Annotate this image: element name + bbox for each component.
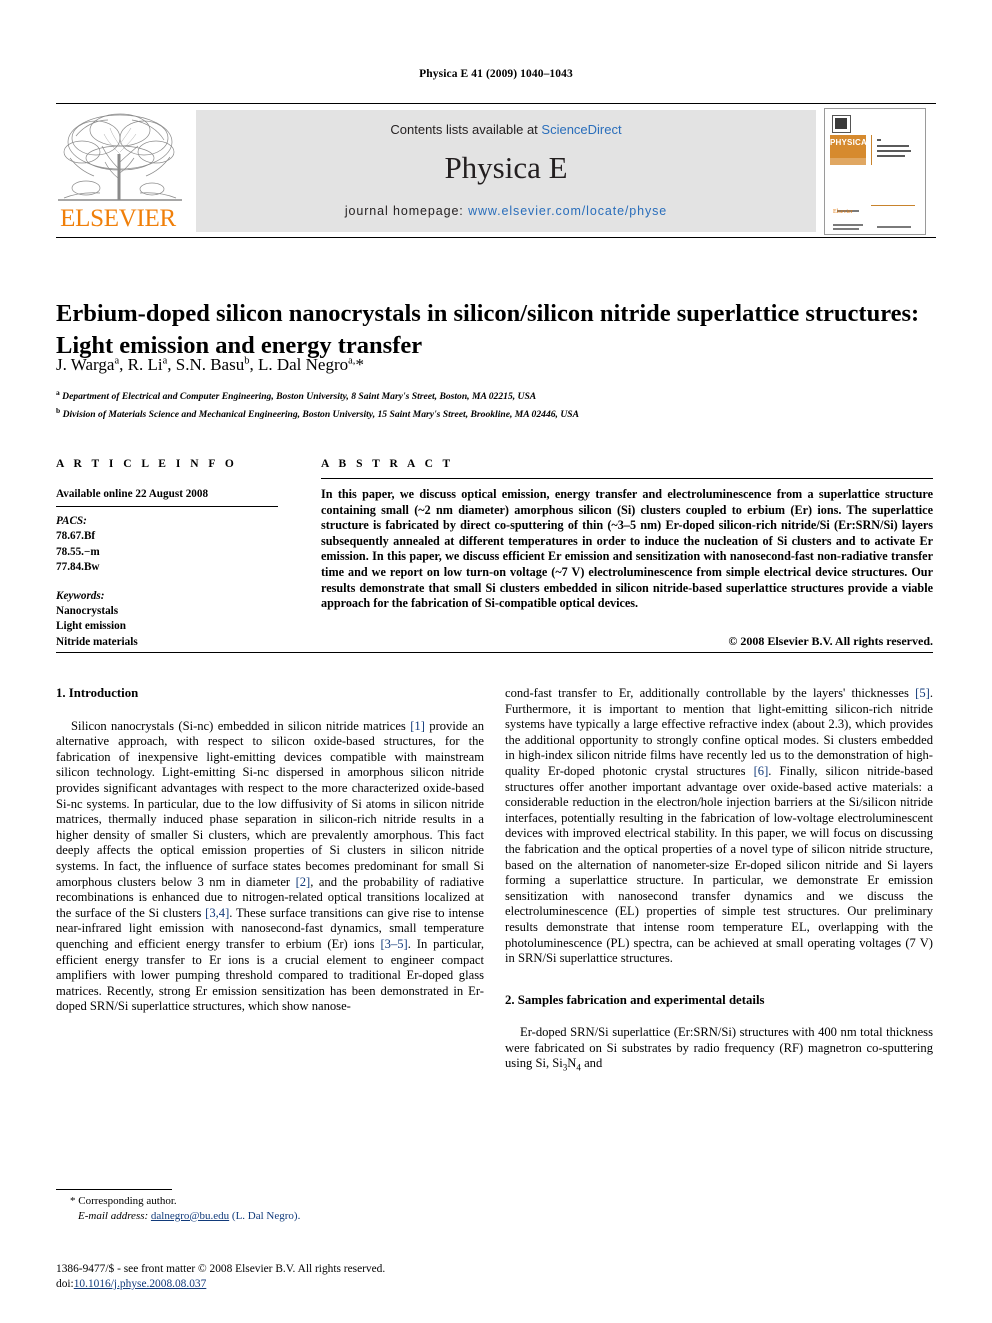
elsevier-tree-icon (58, 113, 182, 201)
citation-ref[interactable]: [2] (296, 875, 311, 889)
elsevier-logo: ELSEVIER (56, 108, 184, 234)
corresponding-author-marker: * (70, 1195, 76, 1207)
masthead-rule-bottom (56, 237, 936, 238)
masthead-rule-top (56, 103, 936, 104)
corresponding-author-note: * Corresponding author. (56, 1194, 486, 1209)
homepage-prefix: journal homepage: (344, 204, 469, 218)
citation-ref[interactable]: [6] (754, 764, 769, 778)
section-heading-samples-fabrication: 2. Samples fabrication and experimental … (505, 992, 765, 1007)
body-column-left: 1. Introduction Silicon nanocrystals (Si… (56, 686, 484, 1015)
citation-ref[interactable]: [5] (915, 686, 930, 700)
cover-text-line (877, 139, 881, 141)
citation-ref[interactable]: [3,4] (205, 906, 229, 920)
doi-link[interactable]: 10.1016/j.physe.2008.08.037 (74, 1278, 207, 1290)
intro-paragraph-continued: cond-fast transfer to Er, additionally c… (505, 686, 933, 966)
abstract-text: In this paper, we discuss optical emissi… (321, 487, 933, 611)
affiliation-line: b Division of Materials Science and Mech… (56, 405, 579, 420)
samples-fabrication-paragraph: Er-doped SRN/Si superlattice (Er:SRN/Si)… (505, 1025, 933, 1073)
keywords-label: Keywords: (56, 590, 105, 603)
running-head: Physica E 41 (2009) 1040–1043 (419, 68, 573, 80)
abstract-rule (321, 478, 933, 479)
journal-title: Physica E (444, 150, 568, 185)
email-link[interactable]: dalnegro@bu.edu (151, 1210, 229, 1222)
abstract-heading: A B S T R A C T (321, 458, 454, 470)
cover-band-subbar (830, 158, 866, 165)
body-column-right: cond-fast transfer to Er, additionally c… (505, 686, 933, 1077)
intro-paragraph: Silicon nanocrystals (Si-nc) embedded in… (56, 718, 485, 1014)
cover-mini-logo-fill (835, 118, 847, 129)
email-owner: (L. Dal Negro). (231, 1209, 301, 1222)
pacs-item: 78.67.Bf (56, 530, 96, 543)
citation-ref[interactable]: [3–5] (380, 937, 407, 951)
cover-elsevier-label: Elsevier (833, 209, 853, 215)
info-block-bottom-rule (56, 652, 933, 653)
contents-prefix: Contents lists available at (390, 122, 542, 137)
masthead-banner: Contents lists available at ScienceDirec… (196, 110, 816, 232)
footer-block: 1386-9477/$ - see front matter © 2008 El… (56, 1262, 526, 1292)
keyword-list: Nanocrystals Light emission Nitride materi… (56, 604, 278, 650)
sciencedirect-link[interactable]: ScienceDirect (541, 122, 621, 137)
cover-rule (871, 205, 915, 206)
footnote-block: * Corresponding author. E-mail address: … (56, 1194, 486, 1223)
pacs-item: 77.84.Bw (56, 560, 100, 573)
pacs-item: 78.55.−m (56, 545, 100, 558)
journal-cover-thumbnail: PHYSICA Elsevier (824, 108, 926, 235)
paper-page: Physica E 41 (2009) 1040–1043 ELSEVIER C… (0, 0, 992, 1323)
cover-title-band: PHYSICA (830, 135, 867, 158)
journal-homepage-link[interactable]: www.elsevier.com/locate/physe (468, 204, 667, 218)
doi-label: doi: (56, 1278, 74, 1290)
journal-homepage-line: journal homepage: www.elsevier.com/locat… (196, 204, 816, 218)
email-note: E-mail address: dalnegro@bu.edu (L. Dal … (56, 1209, 486, 1224)
cover-text-line (877, 155, 905, 157)
available-online: Available online 22 August 2008 (56, 488, 209, 500)
contents-line: Contents lists available at ScienceDirec… (196, 122, 816, 137)
keyword-item: Nanocrystals (56, 605, 119, 618)
cover-mini-logo-icon (832, 115, 851, 133)
pacs-list: 78.67.Bf 78.55.−m 77.84.Bw (56, 529, 278, 575)
footnote-rule (56, 1189, 172, 1190)
cover-footer-line (833, 224, 863, 226)
corresponding-author-text: Corresponding author. (78, 1195, 177, 1207)
section-heading-introduction: 1. Introduction (56, 686, 139, 700)
abstract-copyright: © 2008 Elsevier B.V. All rights reserved… (728, 634, 933, 648)
doi-line: doi:10.1016/j.physe.2008.08.037 (56, 1277, 526, 1292)
article-info-rule (56, 506, 278, 508)
page-title: Erbium-doped silicon nanocrystals in sil… (56, 300, 920, 360)
author-list: J. Wargaa, R. Lia, S.N. Basub, L. Dal Ne… (56, 355, 364, 374)
issn-line: 1386-9477/$ - see front matter © 2008 El… (56, 1263, 386, 1275)
email-label: E-mail address: (78, 1209, 149, 1222)
affiliation-line: a Department of Electrical and Computer … (56, 388, 537, 403)
cover-divider-line (871, 135, 872, 165)
keyword-item: Light emission (56, 620, 126, 633)
elsevier-wordmark: ELSEVIER (60, 205, 176, 232)
cover-footer-line (877, 226, 911, 228)
cover-footer-line (833, 228, 859, 230)
affiliation-list: a Department of Electrical and Computer … (56, 386, 926, 422)
citation-ref[interactable]: [1] (410, 719, 425, 733)
keyword-item: Nitride materials (56, 635, 138, 648)
pacs-label: PACS: (56, 515, 87, 528)
cover-title-text: PHYSICA (830, 138, 867, 147)
article-info-heading: A R T I C L E I N F O (56, 458, 238, 470)
cover-text-line (877, 145, 909, 147)
article-info-column: Available online 22 August 2008 PACS: 78… (56, 487, 278, 650)
cover-text-line (877, 150, 911, 152)
